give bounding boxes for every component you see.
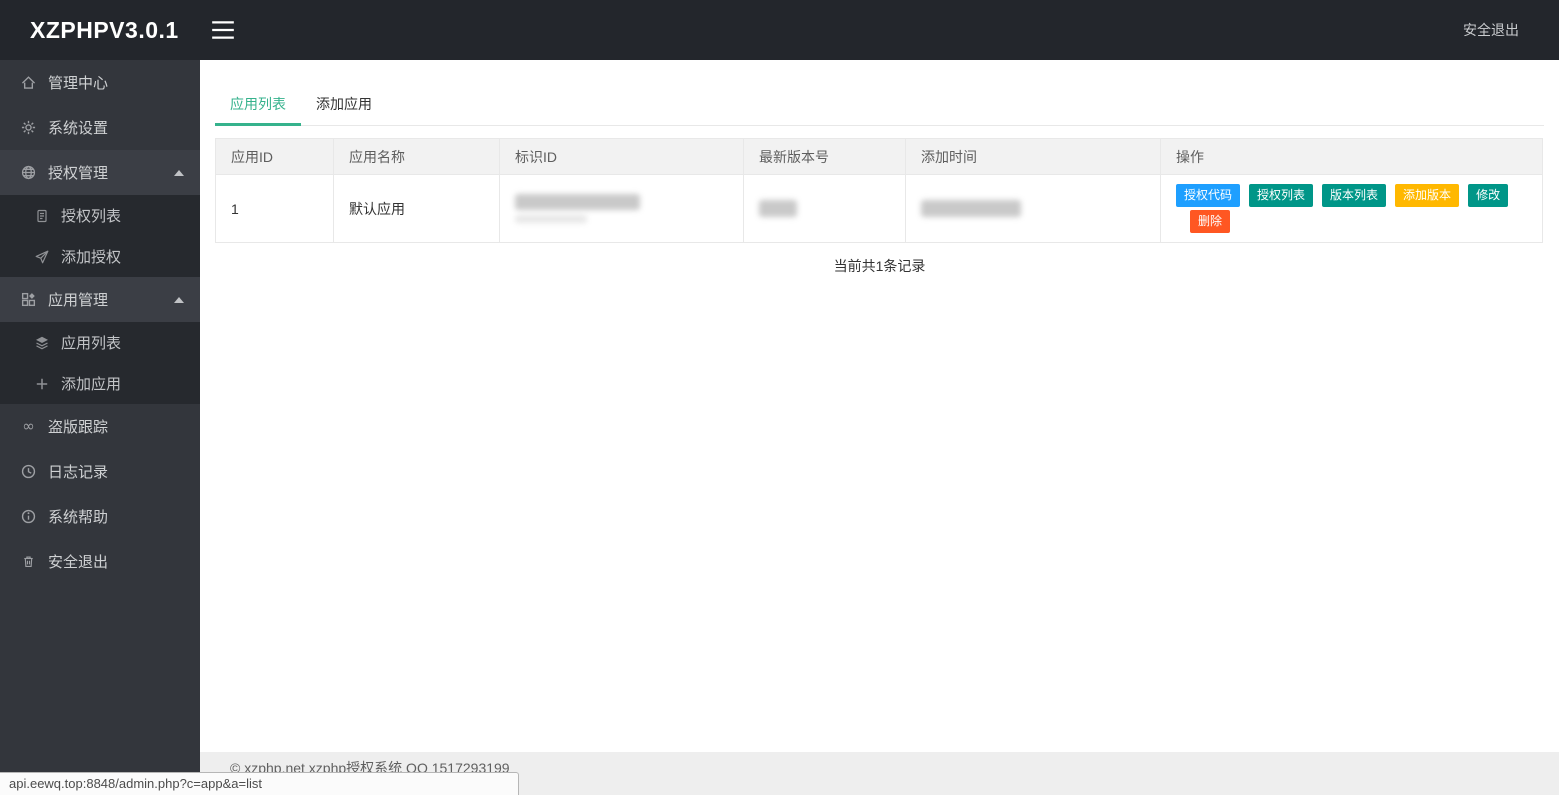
sidebar-item-label: 系统设置 (48, 120, 109, 137)
sidebar-item-piracy-tracking[interactable]: ∞ 盗版跟踪 (0, 404, 200, 449)
sidebar-item-license-management[interactable]: 授权管理 (0, 150, 200, 195)
redacted-identity-id-sub (515, 215, 587, 223)
sidebar-item-label: 添加授权 (61, 249, 122, 266)
sidebar-item-system-help[interactable]: 系统帮助 (0, 494, 200, 539)
col-header-identity-id: 标识ID (499, 138, 744, 175)
redacted-identity-id (515, 194, 640, 210)
cell-app-name: 默认应用 (333, 174, 500, 243)
sidebar-item-admin-center[interactable]: 管理中心 (0, 60, 200, 105)
chevron-up-icon (174, 296, 184, 303)
app-title: XZPHPV3.0.1 (30, 16, 179, 43)
table-header-row: 应用ID 应用名称 标识ID 最新版本号 添加时间 操作 (215, 138, 1543, 175)
table-row: 1 默认应用 授权代码 授权列表 版本列表 添加版本 修改 删除 (215, 174, 1543, 243)
trash-icon (20, 553, 37, 570)
chevron-up-icon (174, 169, 184, 176)
header-logout-link[interactable]: 安全退出 (1463, 20, 1559, 40)
sidebar-item-label: 应用管理 (48, 292, 109, 309)
globe-icon (20, 164, 37, 181)
app-submenu: 应用列表 添加应用 (0, 322, 200, 404)
app-table: 应用ID 应用名称 标识ID 最新版本号 添加时间 操作 1 默认应用 授权代码… (215, 138, 1543, 243)
version-list-button[interactable]: 版本列表 (1322, 184, 1387, 207)
sidebar-item-app-list[interactable]: 应用列表 (0, 322, 200, 363)
sidebar-item-license-list[interactable]: 授权列表 (0, 195, 200, 236)
file-icon (33, 207, 50, 224)
sidebar-item-log-records[interactable]: 日志记录 (0, 449, 200, 494)
gear-icon (20, 119, 37, 136)
license-submenu: 授权列表 添加授权 (0, 195, 200, 277)
send-icon (33, 248, 50, 265)
cell-actions: 授权代码 授权列表 版本列表 添加版本 修改 删除 (1160, 174, 1543, 243)
sidebar-item-add-license[interactable]: 添加授权 (0, 236, 200, 277)
record-count-text: 当前共1条记录 (833, 258, 926, 274)
redacted-added-time (921, 200, 1021, 217)
sidebar-item-safe-logout[interactable]: 安全退出 (0, 539, 200, 584)
sidebar-item-label: 日志记录 (48, 464, 109, 481)
browser-status-url: api.eewq.top:8848/admin.php?c=app&a=list (0, 772, 519, 795)
sidebar-item-label: 授权列表 (61, 208, 122, 225)
sidebar-item-label: 安全退出 (48, 554, 109, 571)
add-version-button[interactable]: 添加版本 (1395, 184, 1460, 207)
license-list-button[interactable]: 授权列表 (1249, 184, 1314, 207)
home-icon (20, 74, 37, 91)
col-header-actions: 操作 (1160, 138, 1543, 175)
tab-add-app[interactable]: 添加应用 (301, 85, 387, 125)
action-buttons: 授权代码 授权列表 版本列表 添加版本 修改 删除 (1176, 184, 1532, 233)
info-icon (20, 508, 37, 525)
sidebar-item-label: 应用列表 (61, 335, 122, 352)
col-header-app-name: 应用名称 (333, 138, 500, 175)
cell-latest-version (743, 174, 906, 243)
infinity-icon: ∞ (22, 417, 35, 435)
col-header-latest-version: 最新版本号 (743, 138, 906, 175)
edit-button[interactable]: 修改 (1468, 184, 1509, 207)
cell-identity-id (499, 174, 744, 243)
cell-app-id: 1 (215, 174, 334, 243)
sidebar-item-label: 授权管理 (48, 165, 109, 182)
sidebar-item-app-management[interactable]: 应用管理 (0, 277, 200, 322)
sidebar-item-label: 管理中心 (48, 75, 109, 92)
clock-icon (20, 463, 37, 480)
license-code-button[interactable]: 授权代码 (1176, 184, 1241, 207)
sidebar-item-add-app[interactable]: 添加应用 (0, 363, 200, 404)
redacted-latest-version (759, 200, 797, 217)
delete-button[interactable]: 删除 (1190, 210, 1231, 233)
sidebar-item-system-settings[interactable]: 系统设置 (0, 105, 200, 150)
top-header: XZPHPV3.0.1 安全退出 (0, 0, 1559, 60)
sidebar-item-label: 添加应用 (61, 376, 122, 393)
col-header-app-id: 应用ID (215, 138, 334, 175)
main-content: 应用列表 添加应用 应用ID 应用名称 标识ID 最新版本号 添加时间 操作 1… (200, 60, 1559, 795)
cell-added-time (905, 174, 1161, 243)
sidebar-item-label: 盗版跟踪 (48, 419, 109, 436)
sidebar-nav: 管理中心 系统设置 授权管理 授权列表 添加授权 应用管理 应用列表 添加应用 … (0, 60, 200, 795)
sidebar-item-label: 系统帮助 (48, 509, 109, 526)
col-header-added-time: 添加时间 (905, 138, 1161, 175)
hamburger-menu-icon[interactable] (206, 13, 240, 47)
tab-bar: 应用列表 添加应用 (215, 85, 1544, 126)
plus-icon (33, 375, 50, 392)
grid-icon (20, 291, 37, 308)
layers-icon (33, 334, 50, 351)
tab-app-list[interactable]: 应用列表 (215, 85, 301, 126)
